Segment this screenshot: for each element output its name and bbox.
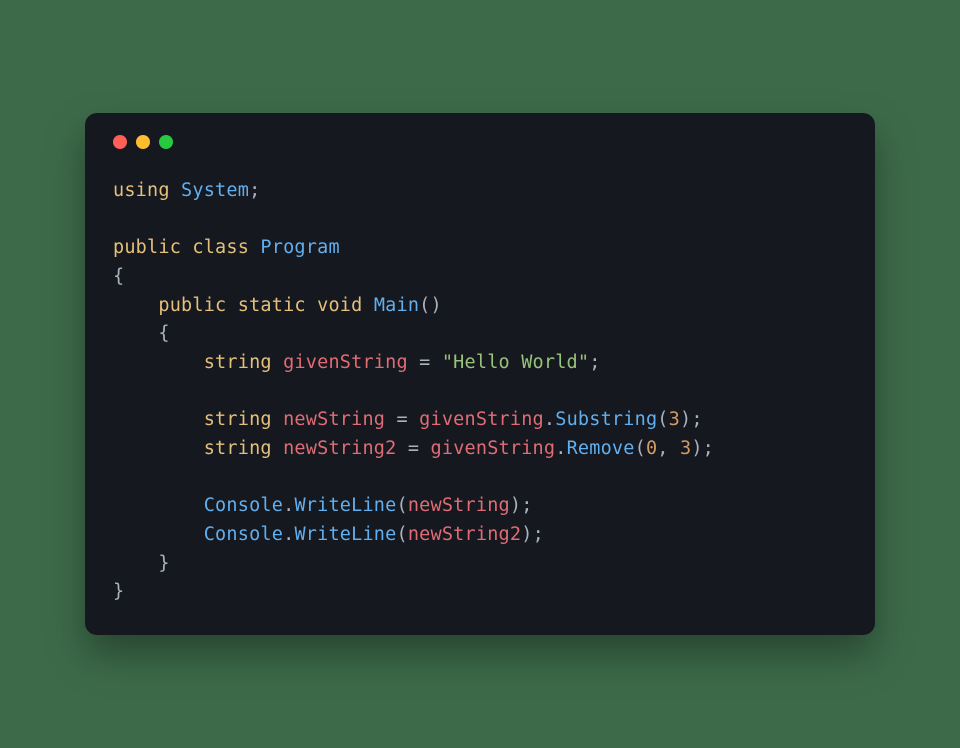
maximize-icon[interactable] (159, 135, 173, 149)
punct: } (158, 553, 169, 574)
type: Substring (555, 409, 657, 430)
keyword: class (192, 237, 249, 258)
punct: ) (521, 524, 532, 545)
type: Console (204, 495, 283, 516)
punct: ) (680, 409, 691, 430)
punct: ; (533, 524, 544, 545)
punct: ; (691, 409, 702, 430)
number: 3 (669, 409, 680, 430)
punct: . (283, 524, 294, 545)
punct: { (113, 266, 124, 287)
window-titlebar (113, 135, 847, 149)
type: Program (260, 237, 339, 258)
type: Main (374, 295, 419, 316)
punct: = (408, 438, 419, 459)
punct: ( (635, 438, 646, 459)
type: WriteLine (294, 524, 396, 545)
variable: givenString (431, 438, 556, 459)
punct: ) (431, 295, 442, 316)
variable: givenString (419, 409, 544, 430)
variable: givenString (283, 352, 408, 373)
number: 0 (646, 438, 657, 459)
punct: . (283, 495, 294, 516)
string: "Hello World" (442, 352, 589, 373)
code-window: using System; public class Program { pub… (85, 113, 875, 635)
punct: ; (703, 438, 714, 459)
punct: . (544, 409, 555, 430)
punct: { (158, 323, 169, 344)
keyword: string (204, 352, 272, 373)
keyword: using (113, 180, 170, 201)
keyword: static (238, 295, 306, 316)
punct: ( (396, 495, 407, 516)
punct: = (419, 352, 430, 373)
type: WriteLine (294, 495, 396, 516)
punct: , (657, 438, 668, 459)
type: Remove (567, 438, 635, 459)
punct: ; (589, 352, 600, 373)
variable: newString2 (283, 438, 396, 459)
punct: ; (521, 495, 532, 516)
close-icon[interactable] (113, 135, 127, 149)
keyword: void (317, 295, 362, 316)
keyword: public (113, 237, 181, 258)
code-block: using System; public class Program { pub… (113, 177, 847, 607)
punct: ( (419, 295, 430, 316)
type: Console (204, 524, 283, 545)
variable: newString (408, 495, 510, 516)
number: 3 (680, 438, 691, 459)
keyword: public (158, 295, 226, 316)
variable: newString2 (408, 524, 521, 545)
keyword: string (204, 438, 272, 459)
minimize-icon[interactable] (136, 135, 150, 149)
punct: } (113, 581, 124, 602)
punct: ) (691, 438, 702, 459)
punct: ( (396, 524, 407, 545)
punct: ) (510, 495, 521, 516)
punct: = (396, 409, 407, 430)
punct: . (555, 438, 566, 459)
keyword: string (204, 409, 272, 430)
punct: ; (249, 180, 260, 201)
variable: newString (283, 409, 385, 430)
punct: ( (657, 409, 668, 430)
type: System (181, 180, 249, 201)
